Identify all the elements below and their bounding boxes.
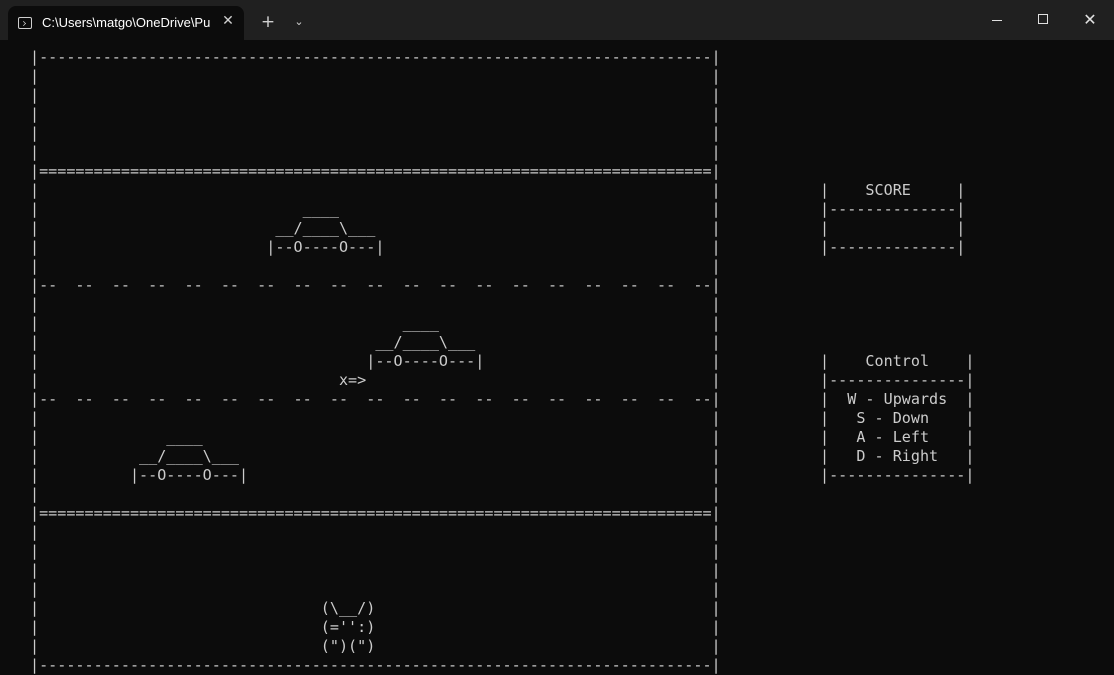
- maximize-button[interactable]: [1021, 0, 1067, 40]
- game-board-line: |=======================================…: [30, 504, 721, 522]
- game-board: |---------------------------------------…: [30, 48, 721, 675]
- game-board-line: | |: [30, 105, 721, 123]
- game-board-line: | |: [30, 561, 721, 579]
- game-board-line: | |: [30, 257, 721, 275]
- title-bar: C:\Users\matgo\OneDrive\Pu ✕ + ⌄ ✕: [0, 0, 1114, 40]
- control-panel: | Control | |---------------| | W - Upward…: [820, 352, 974, 485]
- game-board-line: | |: [30, 580, 721, 598]
- score-panel-line: | |: [820, 219, 966, 237]
- new-tab-button[interactable]: +: [258, 12, 278, 32]
- score-panel-line: |--------------|: [820, 200, 966, 218]
- game-board-line: | |: [30, 409, 721, 427]
- control-panel-line: | Control |: [820, 352, 975, 370]
- game-board-line: | |: [30, 295, 721, 313]
- game-board-line: | ____ |: [30, 428, 721, 446]
- game-board-line: | |: [30, 67, 721, 85]
- game-board-line: | ____ |: [30, 314, 721, 332]
- game-board-line: | |: [30, 143, 721, 161]
- control-panel-line: | A - Left |: [820, 428, 975, 446]
- tab-terminal[interactable]: C:\Users\matgo\OneDrive\Pu ✕: [8, 6, 244, 40]
- game-board-line: |-- -- -- -- -- -- -- -- -- -- -- -- -- …: [30, 390, 721, 408]
- minimize-button[interactable]: [975, 0, 1021, 40]
- game-board-line: | |: [30, 523, 721, 541]
- game-board-line: | __/____\___ |: [30, 333, 721, 351]
- tab-title: C:\Users\matgo\OneDrive\Pu: [42, 15, 211, 30]
- terminal-icon: [18, 17, 32, 29]
- control-panel-line: |---------------|: [820, 466, 975, 484]
- score-panel-line: |--------------|: [820, 238, 966, 256]
- game-board-line: | |--O----O---| |: [30, 466, 721, 484]
- game-board-line: | |: [30, 542, 721, 560]
- score-panel: | SCORE | |--------------| | | |-----------…: [820, 181, 965, 257]
- game-board-line: | (\__/) |: [30, 599, 721, 617]
- game-board-line: | |: [30, 86, 721, 104]
- tab-dropdown-button[interactable]: ⌄: [289, 12, 309, 32]
- control-panel-line: | S - Down |: [820, 409, 975, 427]
- control-panel-line: | W - Upwards |: [820, 390, 975, 408]
- game-board-line: | x=> |: [30, 371, 721, 389]
- game-board-line: | __/____\___ |: [30, 447, 721, 465]
- game-board-line: | |: [30, 124, 721, 142]
- game-board-line: |=======================================…: [30, 162, 721, 180]
- game-board-line: | (")(") |: [30, 637, 721, 655]
- game-board-line: |---------------------------------------…: [30, 48, 721, 66]
- minimize-icon: [992, 20, 1002, 21]
- game-board-line: |---------------------------------------…: [30, 656, 721, 674]
- game-board-line: | ____ |: [30, 200, 721, 218]
- game-board-line: | |--O----O---| |: [30, 238, 721, 256]
- game-board-line: | |: [30, 485, 721, 503]
- game-board-line: | __/____\___ |: [30, 219, 721, 237]
- game-board-line: | (='':) |: [30, 618, 721, 636]
- game-board-line: | |: [30, 181, 721, 199]
- control-panel-line: | D - Right |: [820, 447, 975, 465]
- score-panel-line: | SCORE |: [820, 181, 966, 199]
- game-board-line: |-- -- -- -- -- -- -- -- -- -- -- -- -- …: [30, 276, 721, 294]
- maximize-icon: [1038, 14, 1048, 24]
- control-panel-line: |---------------|: [820, 371, 975, 389]
- close-window-button[interactable]: ✕: [1067, 0, 1113, 40]
- game-board-line: | |--O----O---| |: [30, 352, 721, 370]
- close-tab-button[interactable]: ✕: [218, 11, 238, 31]
